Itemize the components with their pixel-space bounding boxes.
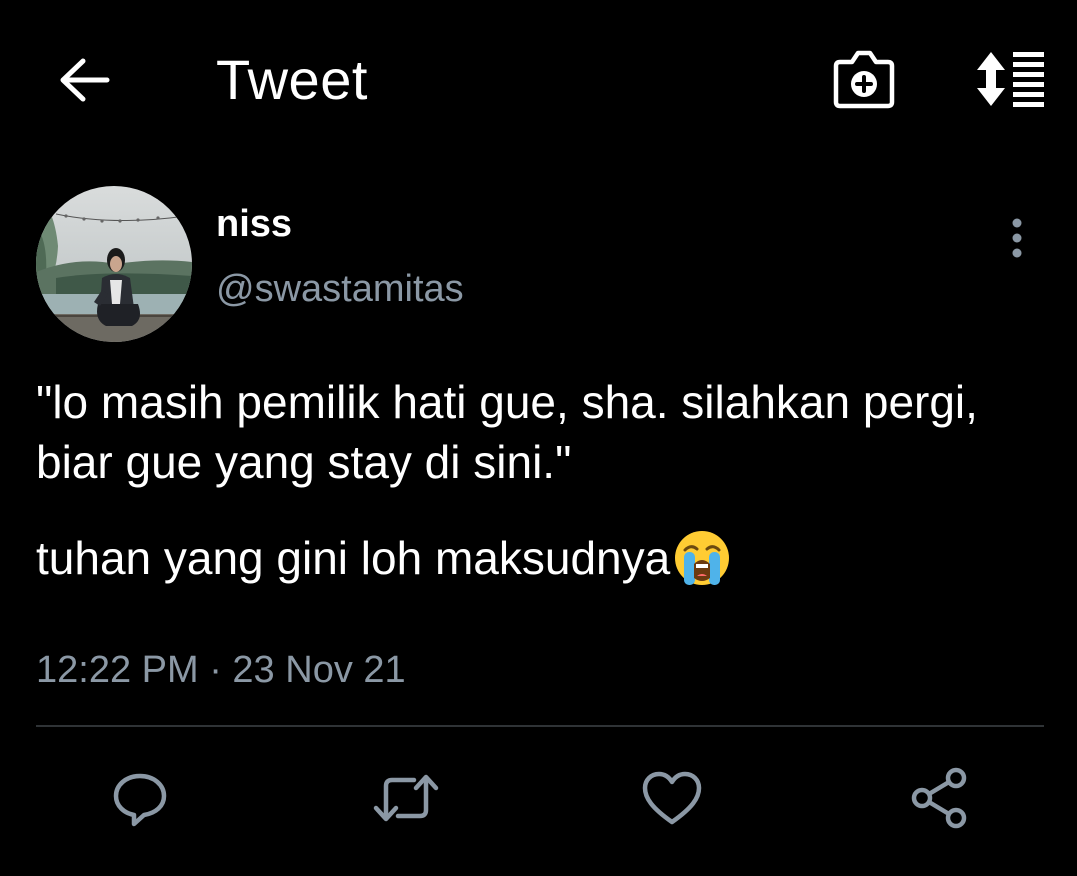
arrow-left-icon bbox=[60, 58, 110, 102]
divider bbox=[36, 725, 1044, 727]
author-name[interactable]: niss bbox=[216, 202, 292, 246]
page-title: Tweet bbox=[216, 48, 368, 111]
camera-button[interactable] bbox=[828, 46, 900, 112]
app-header: Tweet bbox=[0, 0, 1077, 160]
loudly-crying-face-emoji bbox=[675, 531, 730, 585]
like-button[interactable] bbox=[632, 758, 712, 838]
more-options-button[interactable] bbox=[996, 212, 1038, 264]
heart-icon bbox=[642, 771, 702, 825]
share-button[interactable] bbox=[900, 758, 980, 838]
camera-add-icon bbox=[833, 50, 895, 109]
tweet-paragraph-1: "lo masih pemilik hati gue, sha. silahka… bbox=[36, 376, 978, 488]
back-button[interactable] bbox=[52, 52, 116, 108]
author-handle[interactable]: @swastamitas bbox=[216, 266, 464, 312]
sort-list-icon bbox=[977, 52, 1044, 107]
comment-icon bbox=[113, 773, 167, 827]
sort-button[interactable] bbox=[966, 46, 1050, 112]
retweet-button[interactable] bbox=[366, 758, 446, 838]
avatar[interactable] bbox=[36, 186, 192, 342]
tweet-paragraph-2-text: tuhan yang gini loh maksudnya bbox=[36, 532, 671, 584]
retweet-icon bbox=[373, 774, 439, 822]
more-vertical-icon bbox=[1012, 218, 1022, 258]
tweet-timestamp: 12:22 PM · 23 Nov 21 bbox=[36, 649, 406, 691]
action-bar bbox=[0, 758, 1077, 848]
reply-button[interactable] bbox=[100, 758, 180, 838]
tweet-text: "lo masih pemilik hati gue, sha. silahka… bbox=[36, 372, 1046, 588]
share-icon bbox=[911, 767, 967, 829]
tweet-paragraph-2: tuhan yang gini loh maksudnya bbox=[36, 528, 1046, 588]
profile-photo bbox=[36, 186, 192, 342]
